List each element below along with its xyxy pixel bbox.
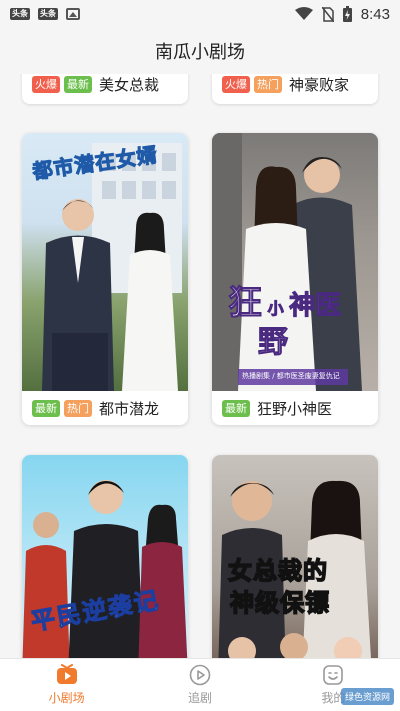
bottom-tab-bar: 小剧场 追剧 我的 绿色资源网 bbox=[0, 658, 400, 711]
image-notification-icon bbox=[66, 8, 80, 20]
tag-new: 最新 bbox=[32, 399, 60, 417]
drama-poster: 女总裁的 神级保镖 bbox=[212, 455, 378, 658]
drama-title: 神豪败家 bbox=[289, 75, 350, 94]
drama-poster: 狂 小 神医 野 热播剧集 / 都市医圣废妻复仇记 bbox=[212, 133, 378, 391]
play-circle-icon bbox=[189, 664, 211, 686]
poster-title-text: 女总裁的 bbox=[227, 556, 328, 586]
page-title: 南瓜小剧场 bbox=[155, 42, 245, 63]
toutiao-notification-icon: 头条 bbox=[38, 8, 58, 20]
drama-grid[interactable]: 火爆 最新 美女总裁 火爆 热门 神豪败家 都市潜在女婿 最新 热门 都市潜龙 … bbox=[0, 74, 400, 658]
drama-card[interactable]: 女总裁的 神级保镖 bbox=[212, 455, 378, 658]
drama-title: 都市潜龙 bbox=[99, 399, 160, 418]
drama-card[interactable]: 都市潜在女婿 最新 热门 都市潜龙 bbox=[22, 133, 188, 425]
drama-card[interactable]: 平民逆袭记 bbox=[22, 455, 188, 658]
tag-hot: 火爆 bbox=[32, 75, 60, 93]
status-time: 8:43 bbox=[360, 5, 390, 23]
drama-poster: 平民逆袭记 bbox=[22, 455, 188, 658]
app-header: 南瓜小剧场 bbox=[0, 28, 400, 74]
battery-charging-icon bbox=[342, 6, 352, 22]
poster-subtitle: 热播剧集 / 都市医圣废妻复仇记 bbox=[242, 372, 340, 380]
tag-new: 最新 bbox=[64, 75, 92, 93]
poster-title-text: 神级保镖 bbox=[229, 588, 330, 618]
drama-title: 美女总裁 bbox=[99, 75, 160, 94]
watermark: 绿色资源网 bbox=[340, 688, 394, 705]
drama-card[interactable]: 火爆 热门 神豪败家 bbox=[212, 74, 378, 104]
tab-theater[interactable]: 小剧场 bbox=[0, 659, 133, 711]
tag-hot: 火爆 bbox=[222, 75, 250, 93]
drama-poster: 都市潜在女婿 bbox=[22, 133, 188, 391]
tab-label: 追剧 bbox=[187, 691, 212, 705]
tab-following[interactable]: 追剧 bbox=[133, 659, 266, 711]
drama-card[interactable]: 火爆 最新 美女总裁 bbox=[22, 74, 188, 104]
poster-title-text: 野 bbox=[258, 325, 289, 361]
theater-icon bbox=[56, 664, 77, 684]
drama-title: 狂野小神医 bbox=[257, 399, 333, 418]
tag-new: 最新 bbox=[222, 399, 250, 417]
toutiao-notification-icon: 头条 bbox=[10, 8, 30, 20]
drama-card[interactable]: 狂 小 神医 野 热播剧集 / 都市医圣废妻复仇记 最新 狂野小神医 bbox=[212, 133, 378, 425]
face-icon bbox=[323, 665, 344, 685]
tag-trending: 热门 bbox=[254, 75, 282, 93]
status-bar: 头条 头条 8:43 bbox=[0, 0, 400, 28]
tab-label: 小剧场 bbox=[48, 691, 85, 705]
no-sim-icon bbox=[321, 6, 334, 22]
wifi-icon bbox=[294, 7, 313, 20]
tag-trending: 热门 bbox=[64, 399, 92, 417]
